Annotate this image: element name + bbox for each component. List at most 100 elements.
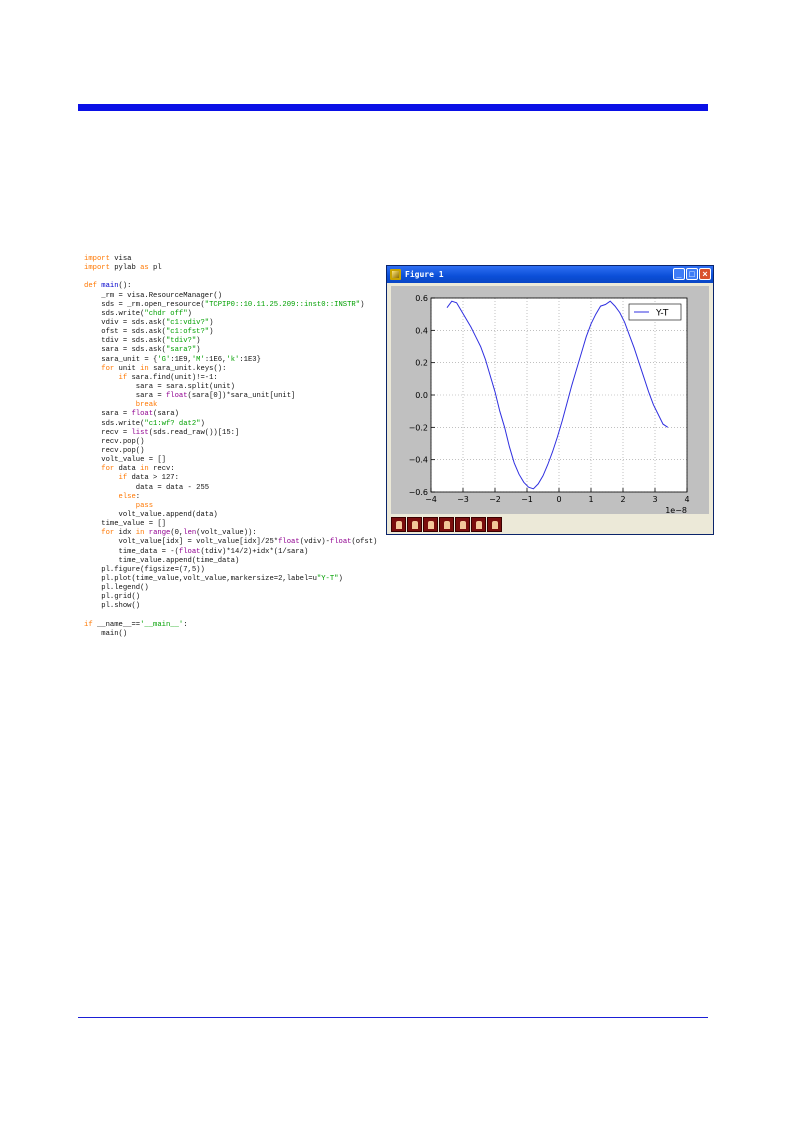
code-line: recv = list(sds.read_raw())[15:] xyxy=(84,429,400,438)
zoom-icon[interactable] xyxy=(455,517,470,532)
code-token: ) xyxy=(209,328,214,337)
header-rule xyxy=(78,104,708,111)
code-token: ) xyxy=(196,337,201,346)
y-tick-label: −0.2 xyxy=(409,423,428,432)
code-token: : xyxy=(183,620,188,629)
code-token: pl.legend() xyxy=(84,584,149,593)
code-token: import xyxy=(84,255,110,263)
y-tick-label: −0.4 xyxy=(409,456,428,465)
x-tick-label: 3 xyxy=(652,495,657,504)
app-icon xyxy=(390,269,401,280)
code-token: volt_value.append(data) xyxy=(84,510,218,519)
code-token: data > 127: xyxy=(127,474,179,483)
code-token: float xyxy=(329,538,352,547)
code-token: ) xyxy=(187,309,192,318)
code-line: data = data - 255 xyxy=(84,484,400,493)
code-line: sds.write("c1:wf? dat2") xyxy=(84,420,400,429)
code-line: time_value = [] xyxy=(84,520,400,529)
code-listing: import visa import pylab as pl def main():… xyxy=(84,255,400,639)
y-tick-label: 0.6 xyxy=(415,294,428,303)
code-line: for data in recv: xyxy=(84,465,400,474)
code-token: "sara?" xyxy=(165,346,197,355)
code-token: in xyxy=(140,465,149,474)
save-icon[interactable] xyxy=(487,517,502,532)
code-token: sara = xyxy=(84,392,166,401)
close-button[interactable]: × xyxy=(699,268,711,280)
code-line: pl.show() xyxy=(84,602,400,611)
minimize-button[interactable]: _ xyxy=(673,268,685,280)
code-token: recv: xyxy=(148,465,175,474)
x-offset-label: 1e−8 xyxy=(665,506,687,514)
home-icon[interactable] xyxy=(391,517,406,532)
code-token: for xyxy=(101,529,115,538)
title-bar[interactable]: Figure 1 _ □ × xyxy=(387,266,713,283)
code-line: vdiv = sds.ask("c1:vdiv?") xyxy=(84,319,400,328)
code-token: (sara) xyxy=(153,410,179,419)
code-token: in xyxy=(140,364,149,373)
back-icon[interactable] xyxy=(407,517,422,532)
code-line: for unit in sara_unit.keys(): xyxy=(84,365,400,374)
code-line: _rm = visa.ResourceManager() xyxy=(84,292,400,301)
x-tick-label: −3 xyxy=(457,495,469,504)
navigation-toolbar xyxy=(387,515,713,534)
code-line: volt_value = [] xyxy=(84,456,400,465)
pan-icon[interactable] xyxy=(439,517,454,532)
code-token: if xyxy=(118,474,128,483)
code-token: main xyxy=(101,282,119,291)
code-token: tdiv = sds.ask( xyxy=(84,337,166,346)
code-token: volt_value = [] xyxy=(84,456,166,465)
code-line: sds = _rm.open_resource("TCPIP0::10.11.2… xyxy=(84,301,400,310)
subplots-icon[interactable] xyxy=(471,517,486,532)
axes-background xyxy=(431,298,687,492)
code-token: sara = xyxy=(84,410,132,419)
y-tick-label: −0.6 xyxy=(409,488,428,497)
code-line: def main(): xyxy=(84,282,400,291)
code-line: if sara.find(unit)!=-1: xyxy=(84,374,400,383)
code-token: pl.show() xyxy=(84,602,141,611)
code-token: as xyxy=(140,264,149,273)
code-line: if data > 127: xyxy=(84,474,400,483)
code-line: sara = sara.split(unit) xyxy=(84,383,400,392)
code-token: (0, xyxy=(170,529,184,538)
code-token: vdiv = sds.ask( xyxy=(84,318,166,327)
code-token: import xyxy=(84,264,110,273)
code-line: break xyxy=(84,401,400,410)
code-token: if xyxy=(118,373,128,382)
forward-icon[interactable] xyxy=(423,517,438,532)
code-token: pl xyxy=(148,264,162,273)
code-line: pl.grid() xyxy=(84,593,400,602)
code-token: sara.find(unit)!=-1: xyxy=(127,373,218,382)
code-token: idx xyxy=(114,529,136,538)
code-token: if xyxy=(84,620,93,629)
code-line: sds.write("chdr off") xyxy=(84,310,400,319)
code-line: pl.plot(time_value,volt_value,markersize… xyxy=(84,575,400,584)
code-token: range xyxy=(148,529,171,538)
code-line: import pylab as pl xyxy=(84,264,400,273)
code-token: for xyxy=(101,364,115,373)
x-tick-label: 2 xyxy=(620,495,625,504)
plot-canvas[interactable]: −4 −3 −2 −1 0 1 2 3 4 −0.6 −0.4 −0.2 0.0 0.2 0.4 0.6 1e−… xyxy=(391,286,709,514)
code-token: sds = _rm.open_resource( xyxy=(84,300,205,309)
maximize-button[interactable]: □ xyxy=(686,268,698,280)
code-line: main() xyxy=(84,630,400,639)
code-token: recv = xyxy=(84,428,132,437)
code-token: (ofst) xyxy=(351,538,378,547)
code-token: (sara[0])*sara_unit[unit] xyxy=(187,392,296,401)
code-token: '__main__' xyxy=(140,620,184,629)
code-token: float xyxy=(178,547,201,556)
figure-window[interactable]: Figure 1 _ □ × −4 −3 −2 −1 0 1 2 3 4 −0.6 −0.4 −0.2… xyxy=(386,265,714,535)
code-token: data xyxy=(114,465,141,474)
code-token: pl.grid() xyxy=(84,593,141,602)
code-token: "c1:vdiv?" xyxy=(165,318,210,327)
code-token: "c1:wf? dat2" xyxy=(144,419,201,428)
code-line: time_value.append(time_data) xyxy=(84,557,400,566)
x-tick-label: 0 xyxy=(556,495,561,504)
code-line: volt_value[idx] = volt_value[idx]/25*flo… xyxy=(84,538,400,547)
code-line: sara = float(sara[0])*sara_unit[unit] xyxy=(84,392,400,401)
